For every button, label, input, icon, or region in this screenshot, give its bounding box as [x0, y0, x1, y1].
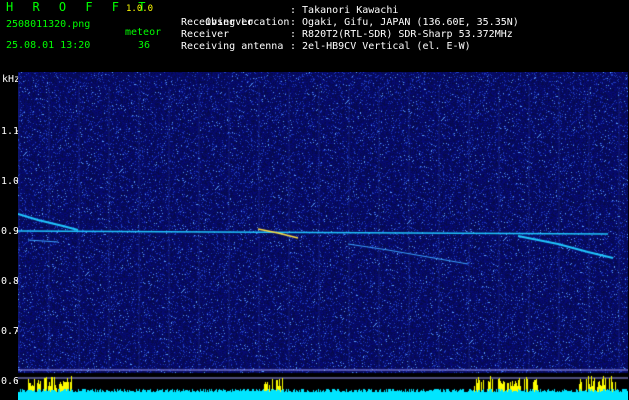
spectrogram-canvas — [18, 72, 628, 400]
